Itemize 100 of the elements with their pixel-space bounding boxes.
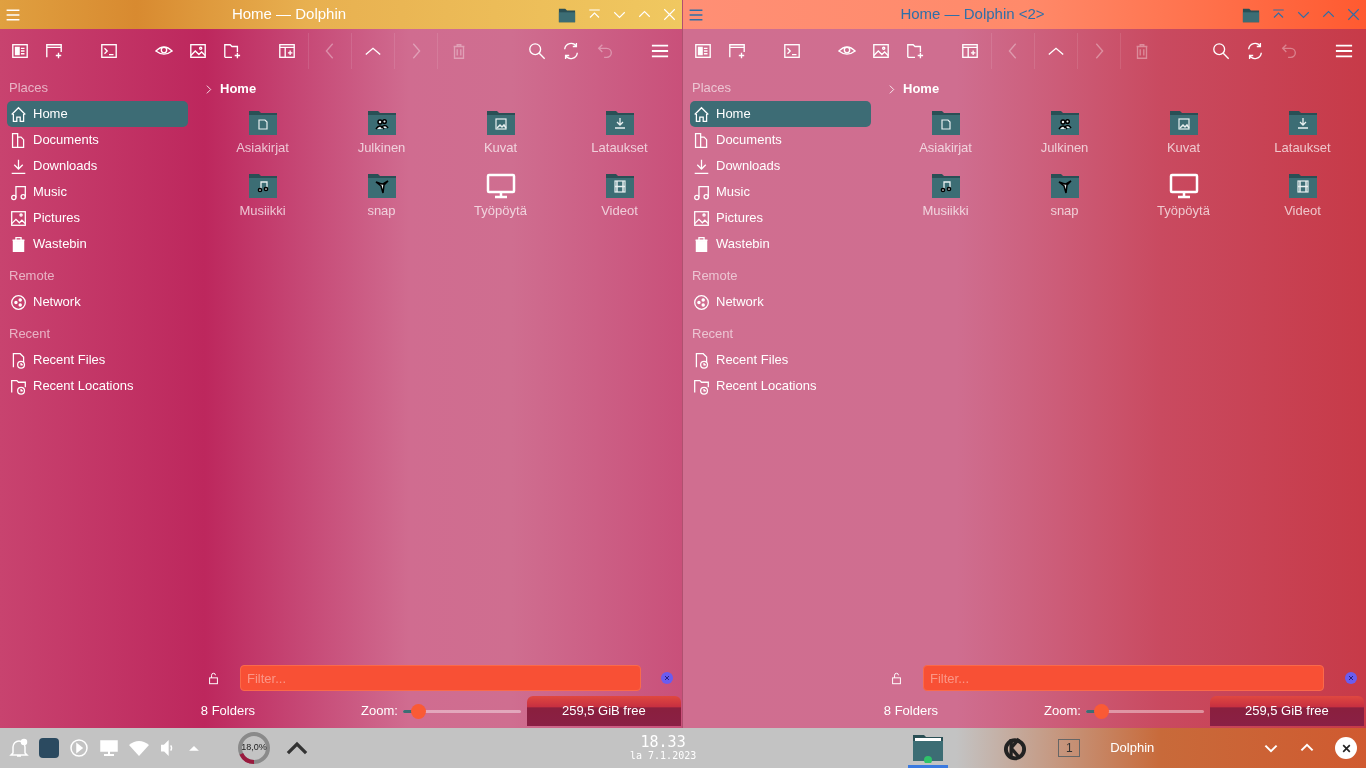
recent-file-icon — [693, 351, 710, 369]
section-heading: Places — [8, 79, 50, 98]
zoom-slider[interactable] — [1085, 703, 1204, 719]
folder-item[interactable]: Musiikki — [203, 170, 322, 233]
reload-icon — [1246, 42, 1264, 60]
folder-item[interactable]: Työpöytä — [441, 170, 560, 233]
window-title: Home — Dolphin <2> — [899, 4, 1046, 25]
sidebar-item[interactable]: Music — [7, 179, 188, 205]
notification-bell-icon[interactable] — [9, 738, 29, 758]
clear-button[interactable] — [1345, 672, 1357, 684]
sidebar-item[interactable]: Network — [7, 289, 188, 315]
clock-date[interactable]: la 7.1.2023 — [630, 751, 697, 761]
close-icon — [663, 674, 671, 682]
music-note-icon — [10, 183, 27, 201]
recent-folder-icon — [693, 377, 710, 395]
folder-item[interactable]: Asiakirjat — [203, 107, 322, 170]
view-icon — [11, 42, 29, 60]
sidebar-item[interactable]: Downloads — [7, 153, 188, 179]
free-space-bar: 259,5 GiB free — [1209, 696, 1364, 726]
sidebar-item[interactable]: Wastebin — [690, 231, 871, 257]
folder-item[interactable]: Videot — [560, 170, 679, 233]
new-folder-icon — [223, 42, 241, 60]
folder-item[interactable]: Lataukset — [1243, 107, 1362, 170]
folder-item[interactable]: snap — [322, 170, 441, 233]
free-space-bar: 259,5 GiB free — [526, 696, 681, 726]
trash-icon — [693, 235, 710, 253]
split-view-icon — [278, 42, 296, 60]
folder-item[interactable]: Julkinen — [322, 107, 441, 170]
close-icon[interactable] — [1346, 7, 1361, 22]
monitor-icon[interactable] — [99, 738, 119, 758]
pictures-icon — [10, 209, 27, 227]
sidebar-item[interactable]: Downloads — [690, 153, 871, 179]
folder-item[interactable]: Musiikki — [886, 170, 1005, 233]
sidebar-item[interactable]: Recent Locations — [7, 373, 188, 399]
status-text: 8 Folders — [199, 702, 255, 721]
sidebar-item[interactable]: Recent Locations — [690, 373, 871, 399]
network-icon — [693, 293, 710, 311]
section-heading: Remote — [691, 267, 739, 286]
wifi-icon[interactable] — [129, 738, 149, 758]
zoom-label: Zoom: — [361, 702, 398, 721]
breadcrumb[interactable]: Home — [220, 79, 257, 99]
terminal-icon — [100, 42, 118, 60]
folder-item[interactable]: Julkinen — [1005, 107, 1124, 170]
breadcrumb[interactable]: Home — [903, 79, 940, 99]
recent-file-icon — [10, 351, 27, 369]
new-window-icon — [45, 42, 63, 60]
close-icon — [1347, 674, 1355, 682]
download-icon — [693, 157, 710, 175]
sidebar-item[interactable]: Home — [7, 101, 188, 127]
folder-item[interactable]: Asiakirjat — [886, 107, 1005, 170]
network-icon — [10, 293, 27, 311]
zoom-label: Zoom: — [1044, 702, 1081, 721]
new-window-icon — [728, 42, 746, 60]
slider-handle[interactable] — [411, 703, 427, 719]
lock-icon[interactable] — [207, 671, 220, 685]
documents-icon — [10, 131, 27, 149]
pictures-icon — [693, 209, 710, 227]
sidebar-item[interactable]: Music — [690, 179, 871, 205]
zoom-slider[interactable] — [402, 703, 521, 719]
undo-icon — [1280, 42, 1298, 60]
search-icon — [528, 42, 546, 60]
menu-icon[interactable] — [688, 6, 704, 23]
sidebar-item[interactable]: Documents — [7, 127, 188, 153]
lock-icon[interactable] — [890, 671, 903, 685]
menu-icon — [651, 42, 669, 60]
menu-icon[interactable] — [5, 6, 21, 23]
image-icon — [872, 42, 890, 60]
filter-field[interactable]: Filter... — [923, 665, 1324, 691]
folder-item[interactable]: Kuvat — [1124, 107, 1243, 170]
folder-item[interactable]: Lataukset — [560, 107, 679, 170]
task-title[interactable]: Dolphin — [1110, 738, 1155, 758]
clear-button[interactable] — [661, 672, 673, 684]
folder-item[interactable]: Kuvat — [441, 107, 560, 170]
folder-item[interactable]: Videot — [1243, 170, 1362, 233]
pager-desktop[interactable]: 1 — [1058, 739, 1081, 757]
folder-item[interactable]: Työpöytä — [1124, 170, 1243, 233]
cpu-reading: 18,0% — [241, 741, 267, 755]
sidebar-item[interactable]: Documents — [690, 127, 871, 153]
section-heading: Remote — [8, 267, 56, 286]
terminal-icon — [783, 42, 801, 60]
play-icon[interactable] — [69, 738, 89, 758]
window-title: Home — Dolphin — [230, 4, 348, 25]
reload-icon — [562, 42, 580, 60]
sidebar-item[interactable]: Home — [690, 101, 871, 127]
sidebar-item[interactable]: Wastebin — [7, 231, 188, 257]
view-icon — [694, 42, 712, 60]
sidebar-item[interactable]: Recent Files — [690, 347, 871, 373]
sidebar-item[interactable]: Network — [690, 289, 871, 315]
slider-handle[interactable] — [1094, 703, 1110, 719]
sidebar-item[interactable]: Pictures — [690, 205, 871, 231]
close-button[interactable] — [1335, 737, 1357, 759]
close-icon — [1340, 742, 1352, 754]
folder-item[interactable]: snap — [1005, 170, 1124, 233]
sidebar-item[interactable]: Recent Files — [7, 347, 188, 373]
sidebar-item[interactable]: Pictures — [7, 205, 188, 231]
undo-icon — [596, 42, 614, 60]
app-icon[interactable] — [39, 738, 59, 758]
menu-icon — [1335, 42, 1353, 60]
filter-field[interactable]: Filter... — [240, 665, 641, 691]
clock-time[interactable]: 18.33 — [640, 735, 686, 750]
